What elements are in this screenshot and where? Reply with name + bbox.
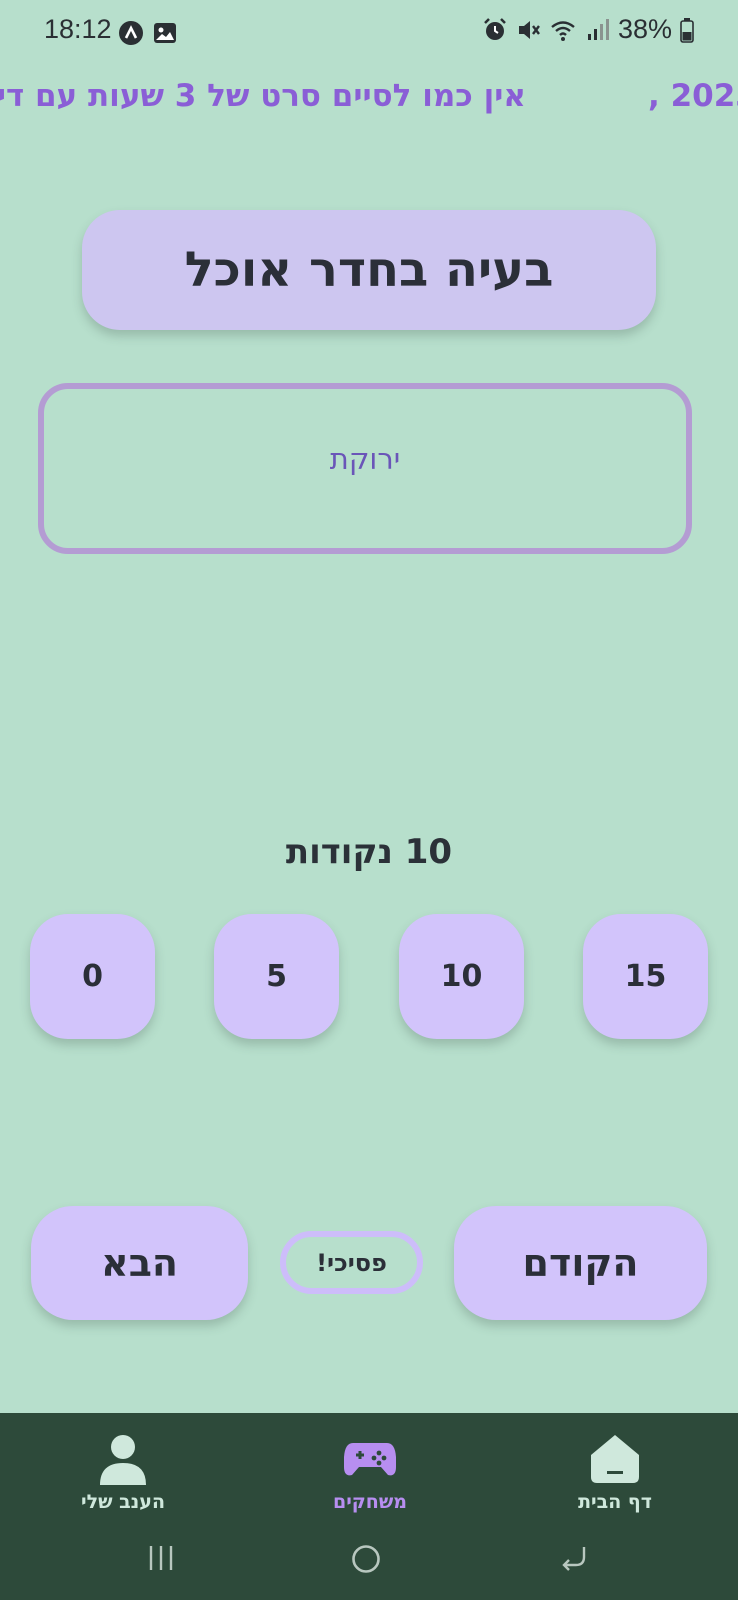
mute-icon [518,20,540,39]
nav-label-home: דף הבית [578,1491,652,1513]
alarm-icon [484,17,506,40]
news-marquee: אין כמו לסיים סרט של 3 שעות עם די 2023 , [0,72,738,122]
home-icon [591,1435,639,1483]
system-nav-bar [0,1543,738,1593]
signal-icon [587,18,609,40]
user-icon [100,1435,146,1485]
marquee-text: אין כמו לסיים סרט של 3 שעות עם די [0,78,526,114]
marquee-text-tail: 2023 , [648,78,738,114]
nav-item-games[interactable]: משחקים [280,1433,460,1513]
app-notification-icon [119,21,143,45]
nav-label-profile: הענב שלי [80,1491,165,1513]
status-time: 18:12 [44,14,112,44]
previous-button[interactable]: הקודם [454,1206,707,1320]
score-button-10[interactable]: 10 [399,914,524,1039]
category-title: בעיה בחדר אוכל [184,242,554,298]
score-button-15[interactable]: 15 [583,914,708,1039]
status-right-icons: 38% [482,14,694,45]
nav-item-profile[interactable]: הענב שלי [33,1433,213,1513]
gallery-icon [154,23,176,43]
bottom-nav: הענב שלי משחקים דף הבית [0,1413,738,1600]
wifi-icon [551,20,575,41]
battery-percent: 38% [617,14,672,44]
status-left-icons [118,20,178,46]
score-button-5[interactable]: 5 [214,914,339,1039]
status-bar: 18:12 38% [0,0,738,66]
back-icon[interactable] [560,1543,588,1573]
nav-item-home[interactable]: דף הבית [525,1433,705,1513]
category-card: בעיה בחדר אוכל [82,210,656,330]
score-button-0[interactable]: 0 [30,914,155,1039]
recents-icon[interactable] [148,1543,174,1573]
points-label: 10 נקודות [285,832,453,872]
gamepad-icon [344,1443,396,1476]
system-home-icon[interactable] [350,1543,382,1575]
word-box: ירוקת [38,383,692,554]
psychic-button[interactable]: פסיכי! [280,1231,423,1294]
battery-icon [680,17,694,43]
nav-label-games: משחקים [332,1491,408,1513]
word-text: ירוקת [329,441,401,476]
next-button[interactable]: הבא [31,1206,248,1320]
